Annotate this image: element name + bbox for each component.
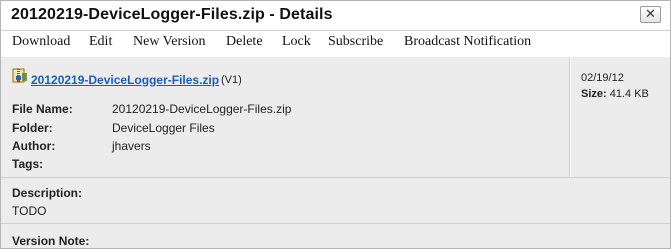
author-value: jhavers — [112, 139, 151, 153]
subscribe-button[interactable]: Subscribe — [328, 34, 383, 50]
file-name-value: 20120219-DeviceLogger-Files.zip — [112, 102, 292, 116]
file-details-dialog: 20120219-DeviceLogger-Files.zip - Detail… — [0, 0, 671, 249]
description-label: Description: — [12, 186, 83, 200]
tags-label: Tags: — [12, 157, 44, 171]
file-name-link[interactable]: 20120219-DeviceLogger-Files.zip — [31, 73, 219, 87]
description-section: Description: TODO — [1, 177, 670, 224]
close-icon: ✕ — [645, 6, 656, 21]
delete-button[interactable]: Delete — [226, 34, 263, 50]
action-toolbar: Download Edit New Version Delete Lock Su… — [1, 31, 670, 58]
file-name-label: File Name: — [12, 102, 73, 116]
dialog-title: 20120219-DeviceLogger-Files.zip - Detail… — [11, 6, 333, 23]
file-info-panel: 20120219-DeviceLogger-Files.zip (V1) Fil… — [1, 57, 670, 178]
download-button[interactable]: Download — [12, 34, 70, 50]
version-note-label: Version Note: — [12, 234, 90, 248]
size-label: Size: — [581, 88, 607, 100]
author-label: Author: — [12, 139, 56, 153]
broadcast-notification-button[interactable]: Broadcast Notification — [404, 34, 531, 50]
size-value: 41.4 KB — [609, 88, 649, 100]
modified-date: 02/19/12 — [581, 72, 624, 84]
description-value: TODO — [12, 204, 47, 218]
new-version-button[interactable]: New Version — [133, 34, 205, 50]
folder-label: Folder: — [12, 121, 53, 135]
folder-value: DeviceLogger Files — [112, 121, 215, 135]
panel-divider — [569, 57, 570, 177]
close-button[interactable]: ✕ — [640, 6, 661, 23]
zip-file-icon — [12, 68, 27, 83]
version-note-section: Version Note: — [1, 223, 670, 248]
edit-button[interactable]: Edit — [89, 34, 112, 50]
dialog-titlebar: 20120219-DeviceLogger-Files.zip - Detail… — [1, 1, 670, 31]
lock-button[interactable]: Lock — [282, 34, 311, 50]
file-size: Size: 41.4 KB — [581, 88, 649, 100]
version-badge: (V1) — [221, 74, 242, 86]
